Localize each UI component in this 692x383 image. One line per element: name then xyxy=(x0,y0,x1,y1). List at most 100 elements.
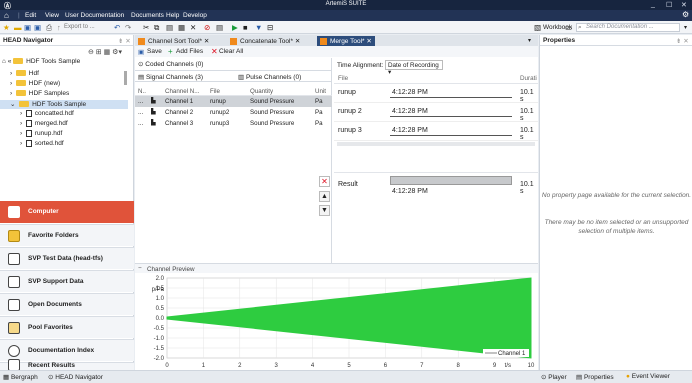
copy-icon[interactable]: ⧉ xyxy=(154,23,159,33)
head-navigator-tab[interactable]: ⊙ HEAD Navigator xyxy=(48,373,103,381)
clipboard-icon[interactable]: ▦ xyxy=(178,23,185,32)
x-tick-label: 2 xyxy=(238,363,242,369)
coded-channels-header[interactable]: ⊙ Coded Channels (0) xyxy=(138,60,203,68)
table-row[interactable]: runup 2 4:12:28 PM 10.1 s xyxy=(334,105,538,122)
table-row[interactable]: runup 4:12:28 PM 10.1 s xyxy=(334,86,538,103)
collapse-icon[interactable]: − xyxy=(138,265,142,272)
document-icon xyxy=(8,299,20,311)
paste-icon[interactable]: ▤ xyxy=(166,23,173,32)
delete-icon[interactable]: ✕ xyxy=(190,23,196,32)
stop-square-icon[interactable]: ■ xyxy=(243,23,248,32)
menu-edit[interactable]: Edit xyxy=(25,12,36,19)
undo-icon[interactable]: ↶ xyxy=(114,23,120,32)
coded-icon: ⊙ xyxy=(138,61,144,68)
run-icon[interactable]: ▶ xyxy=(232,23,238,32)
stop-icon[interactable]: ⊘ xyxy=(204,23,210,32)
menu-user-documentation[interactable]: User Documentation xyxy=(65,12,124,19)
move-down-button[interactable]: ▼ xyxy=(319,205,330,216)
search-documentation-input[interactable]: Search Documentation ... xyxy=(576,23,680,32)
nav-button-open-documents[interactable]: Open Documents xyxy=(0,293,134,315)
tree-scrollbar[interactable] xyxy=(124,71,127,85)
folder-icon xyxy=(15,80,26,87)
grid-icon[interactable]: ⊟ xyxy=(267,23,273,32)
tree-item-hdf-samples[interactable]: › HDF Samples xyxy=(10,90,69,99)
search-dropdown-icon[interactable]: ▾ xyxy=(684,24,687,31)
nav-button-computer[interactable]: Computer xyxy=(0,201,134,223)
export-icon[interactable]: ↑ xyxy=(57,23,61,32)
bergraph-tab[interactable]: ▦ Bergraph xyxy=(3,373,38,381)
move-up-button[interactable]: ▲ xyxy=(319,191,330,202)
save-disk-icon[interactable]: ▣ xyxy=(24,23,31,32)
tree-item-concatted[interactable]: › concatted.hdf xyxy=(20,110,74,119)
time-range-bar xyxy=(390,97,512,98)
x-tick-label: 7 xyxy=(420,363,424,369)
settings-gear-icon[interactable]: ⚙ xyxy=(682,10,689,19)
table-row[interactable]: ... ▙ Channel 3 runup3 Sound Pressure Pa xyxy=(135,118,332,129)
x-tick-label: 1 xyxy=(202,363,206,369)
view-icon[interactable]: ⊖ ⊞ ▦ ⚙▾ xyxy=(88,49,122,56)
remove-button[interactable]: ✕ xyxy=(319,176,330,187)
channel-preview-header: − Channel Preview xyxy=(135,263,538,273)
layout-icon[interactable]: ▤ xyxy=(216,23,223,32)
tab-concatenate-tool[interactable]: Concatenate Tool* ✕ xyxy=(227,36,303,46)
signal-channels-tab[interactable]: ▤ Signal Channels (3) xyxy=(138,73,203,81)
pin-icon[interactable]: ⇟ ✕ xyxy=(676,37,689,45)
table-row[interactable]: ... ▙ Channel 1 runup Sound Pressure Pa xyxy=(135,96,332,107)
home-nav-icon[interactable]: ⌂ « xyxy=(2,58,11,65)
tree-item-runup[interactable]: › runup.hdf xyxy=(20,130,62,139)
document-tabs: Channel Sort Tool* ✕ Concatenate Tool* ✕… xyxy=(135,35,538,46)
nav-button-documentation-index[interactable]: Documentation Index xyxy=(0,339,134,361)
menu-view[interactable]: View xyxy=(45,12,59,19)
pin-icon[interactable]: ⇟ ✕ xyxy=(118,37,131,45)
event-viewer-tab[interactable]: ● Event Viewer xyxy=(626,373,670,380)
save-button[interactable]: Save xyxy=(147,48,162,55)
open-folder-icon[interactable]: ▬ xyxy=(14,23,22,32)
tab-merge-tool[interactable]: Merge Tool* ✕ xyxy=(317,36,375,46)
filter-icon[interactable]: ▼ xyxy=(255,23,262,32)
save-as-icon[interactable]: ▣ xyxy=(34,23,41,32)
server-icon xyxy=(8,253,20,265)
horizontal-scrollbar[interactable] xyxy=(337,142,535,146)
result-row: Result 4:12:28 PM 10.1 s xyxy=(334,172,538,196)
breadcrumb-path[interactable]: HDF Tools Sample xyxy=(26,58,80,65)
home-icon[interactable]: ⌂ xyxy=(4,11,9,20)
nav-button-svp-support-data[interactable]: SVP Support Data xyxy=(0,270,134,292)
tree-item-merged[interactable]: › merged.hdf xyxy=(20,120,68,129)
maximize-button[interactable]: ☐ xyxy=(666,1,672,9)
x-axis-label: t/s xyxy=(505,363,511,369)
favorites-star-icon[interactable]: ★ xyxy=(3,23,10,32)
table-row[interactable]: runup 3 4:12:28 PM 10.1 s xyxy=(334,124,538,141)
panel-layout-icon[interactable]: ▭ xyxy=(565,23,572,32)
cut-icon[interactable]: ✂ xyxy=(143,23,149,32)
tree-item-sorted[interactable]: › sorted.hdf xyxy=(20,140,64,149)
player-tab[interactable]: ⊙ Player xyxy=(541,373,567,381)
clear-all-button[interactable]: Clear All xyxy=(219,48,243,55)
menu-documents[interactable]: Documents xyxy=(131,12,164,19)
tab-channel-sort-tool[interactable]: Channel Sort Tool* ✕ xyxy=(135,36,212,46)
close-button[interactable]: ✕ xyxy=(681,1,687,9)
add-files-button[interactable]: Add Files xyxy=(176,48,203,55)
tree-item-hdf[interactable]: › Hdf xyxy=(10,70,39,79)
minimize-button[interactable]: _ xyxy=(651,1,655,8)
tree-item-hdf-new[interactable]: › HDF (new) xyxy=(10,80,60,89)
nav-button-pool-favorites[interactable]: Pool Favorites xyxy=(0,316,134,338)
pulse-channels-tab[interactable]: ▥ Pulse Channels (0) xyxy=(238,73,301,81)
tree-item-hdf-tools-sample[interactable]: ⌄ HDF Tools Sample xyxy=(0,100,128,109)
properties-tab[interactable]: ▤ Properties xyxy=(576,373,614,381)
menu-help[interactable]: Help xyxy=(166,12,179,19)
document-area: Channel Sort Tool* ✕ Concatenate Tool* ✕… xyxy=(135,35,538,370)
workbook-icon[interactable]: ▧ xyxy=(534,23,541,32)
nav-button-svp-test-data[interactable]: SVP Test Data (head-tfs) xyxy=(0,247,134,269)
print-icon[interactable]: ⎙ xyxy=(46,23,52,33)
redo-icon[interactable]: ↷ xyxy=(125,23,131,32)
time-alignment-select[interactable]: Date of Recording ▾ xyxy=(385,60,443,76)
menu-develop[interactable]: Develop xyxy=(183,12,207,19)
tabs-dropdown-icon[interactable]: ▾ xyxy=(528,37,531,44)
export-button[interactable]: Export to ... xyxy=(64,24,95,30)
nav-button-favorite-folders[interactable]: Favorite Folders xyxy=(0,224,134,246)
nav-button-recent-results[interactable]: Recent Results xyxy=(0,359,134,371)
channels-pane: ⊙ Coded Channels (0) ▤ Signal Channels (… xyxy=(135,58,332,272)
legend-label: Channel 1 xyxy=(498,351,526,357)
table-row[interactable]: ... ▙ Channel 2 runup2 Sound Pressure Pa xyxy=(135,107,332,118)
breadcrumb: ⌂ « HDF Tools Sample xyxy=(2,58,80,65)
